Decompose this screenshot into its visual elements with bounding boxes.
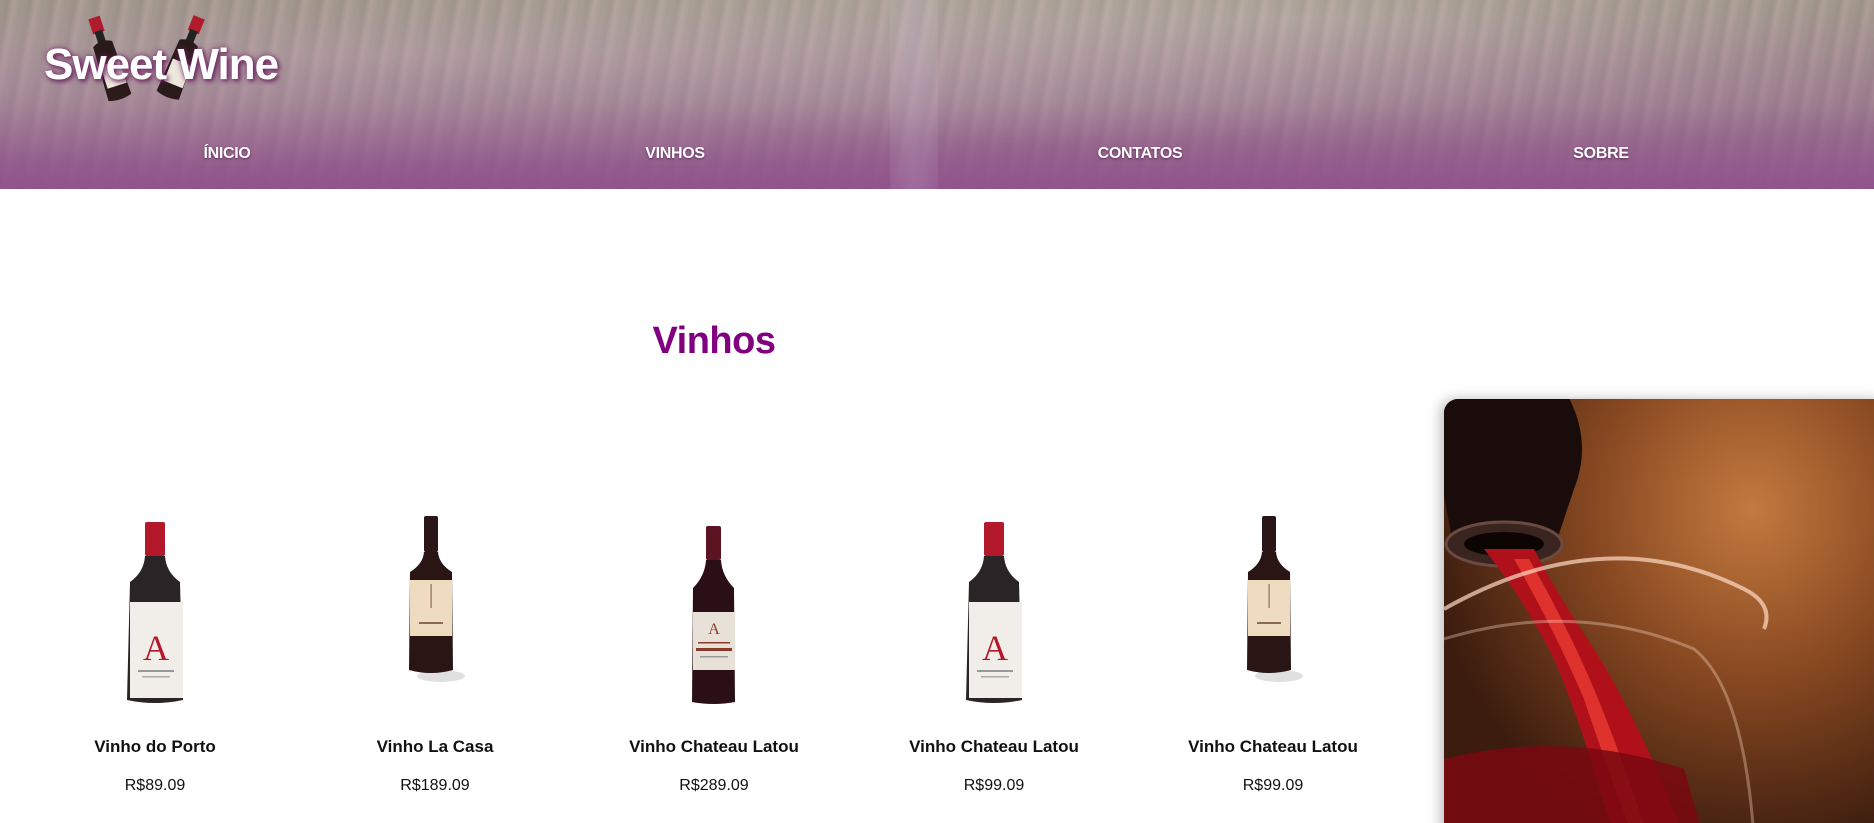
product-image[interactable]: A: [594, 510, 834, 710]
product-image[interactable]: A: [874, 510, 1114, 710]
wine-bottle-icon: A: [127, 522, 183, 703]
wine-pour-image: [1444, 399, 1874, 823]
wine-bottle-icon: [1247, 516, 1303, 682]
product-name[interactable]: Vinho Chateau Latou: [594, 737, 834, 757]
product-name[interactable]: Vinho Chateau Latou: [874, 737, 1114, 757]
wine-glass-icon: [1444, 399, 1769, 823]
product-card[interactable]: A Vinho Chateau Latou R$289.09: [594, 510, 834, 795]
product-card[interactable]: Vinho Chateau Latou R$99.09: [1153, 510, 1393, 795]
product-image[interactable]: [1153, 510, 1393, 710]
product-image[interactable]: [315, 510, 555, 710]
product-list: A Vinho do Porto R$89.09 Vinho La Casa R…: [0, 510, 1430, 823]
section-title: Vinhos: [652, 320, 777, 362]
wine-bottle-icon: A: [692, 526, 735, 704]
site-header: Sweet Wine ÍNICIO VINHOS CONTATOS SOBRE: [0, 0, 1874, 189]
svg-text:A: A: [708, 621, 720, 638]
page: Sweet Wine ÍNICIO VINHOS CONTATOS SOBRE …: [0, 0, 1874, 823]
product-card[interactable]: Vinho La Casa R$189.09: [315, 510, 555, 795]
nav-item-sobre[interactable]: SOBRE: [1573, 145, 1629, 163]
product-image[interactable]: A: [35, 510, 275, 710]
main-nav: ÍNICIO VINHOS CONTATOS SOBRE: [0, 145, 1874, 175]
product-name[interactable]: Vinho Chateau Latou: [1153, 737, 1393, 757]
wine-bottle-icon: [409, 516, 465, 682]
logo-text: Sweet Wine: [44, 40, 279, 89]
nav-item-vinhos[interactable]: VINHOS: [645, 145, 705, 163]
product-price: R$99.09: [1242, 777, 1304, 794]
product-price: R$89.09: [124, 777, 186, 794]
product-card[interactable]: A Vinho do Porto R$89.09: [35, 510, 275, 795]
nav-item-contatos[interactable]: CONTATOS: [1098, 145, 1183, 163]
product-price: R$289.09: [679, 777, 749, 794]
product-name[interactable]: Vinho do Porto: [35, 737, 275, 757]
product-card[interactable]: A Vinho Chateau Latou R$99.09: [874, 510, 1114, 795]
nav-item-inicio[interactable]: ÍNICIO: [203, 145, 250, 163]
svg-text:A: A: [143, 628, 169, 668]
svg-text:A: A: [982, 628, 1008, 668]
wine-bottle-icon: A: [966, 522, 1022, 703]
product-price: R$99.09: [963, 777, 1025, 794]
logo[interactable]: Sweet Wine: [44, 10, 284, 105]
product-name[interactable]: Vinho La Casa: [315, 737, 555, 757]
product-price: R$189.09: [400, 777, 470, 794]
